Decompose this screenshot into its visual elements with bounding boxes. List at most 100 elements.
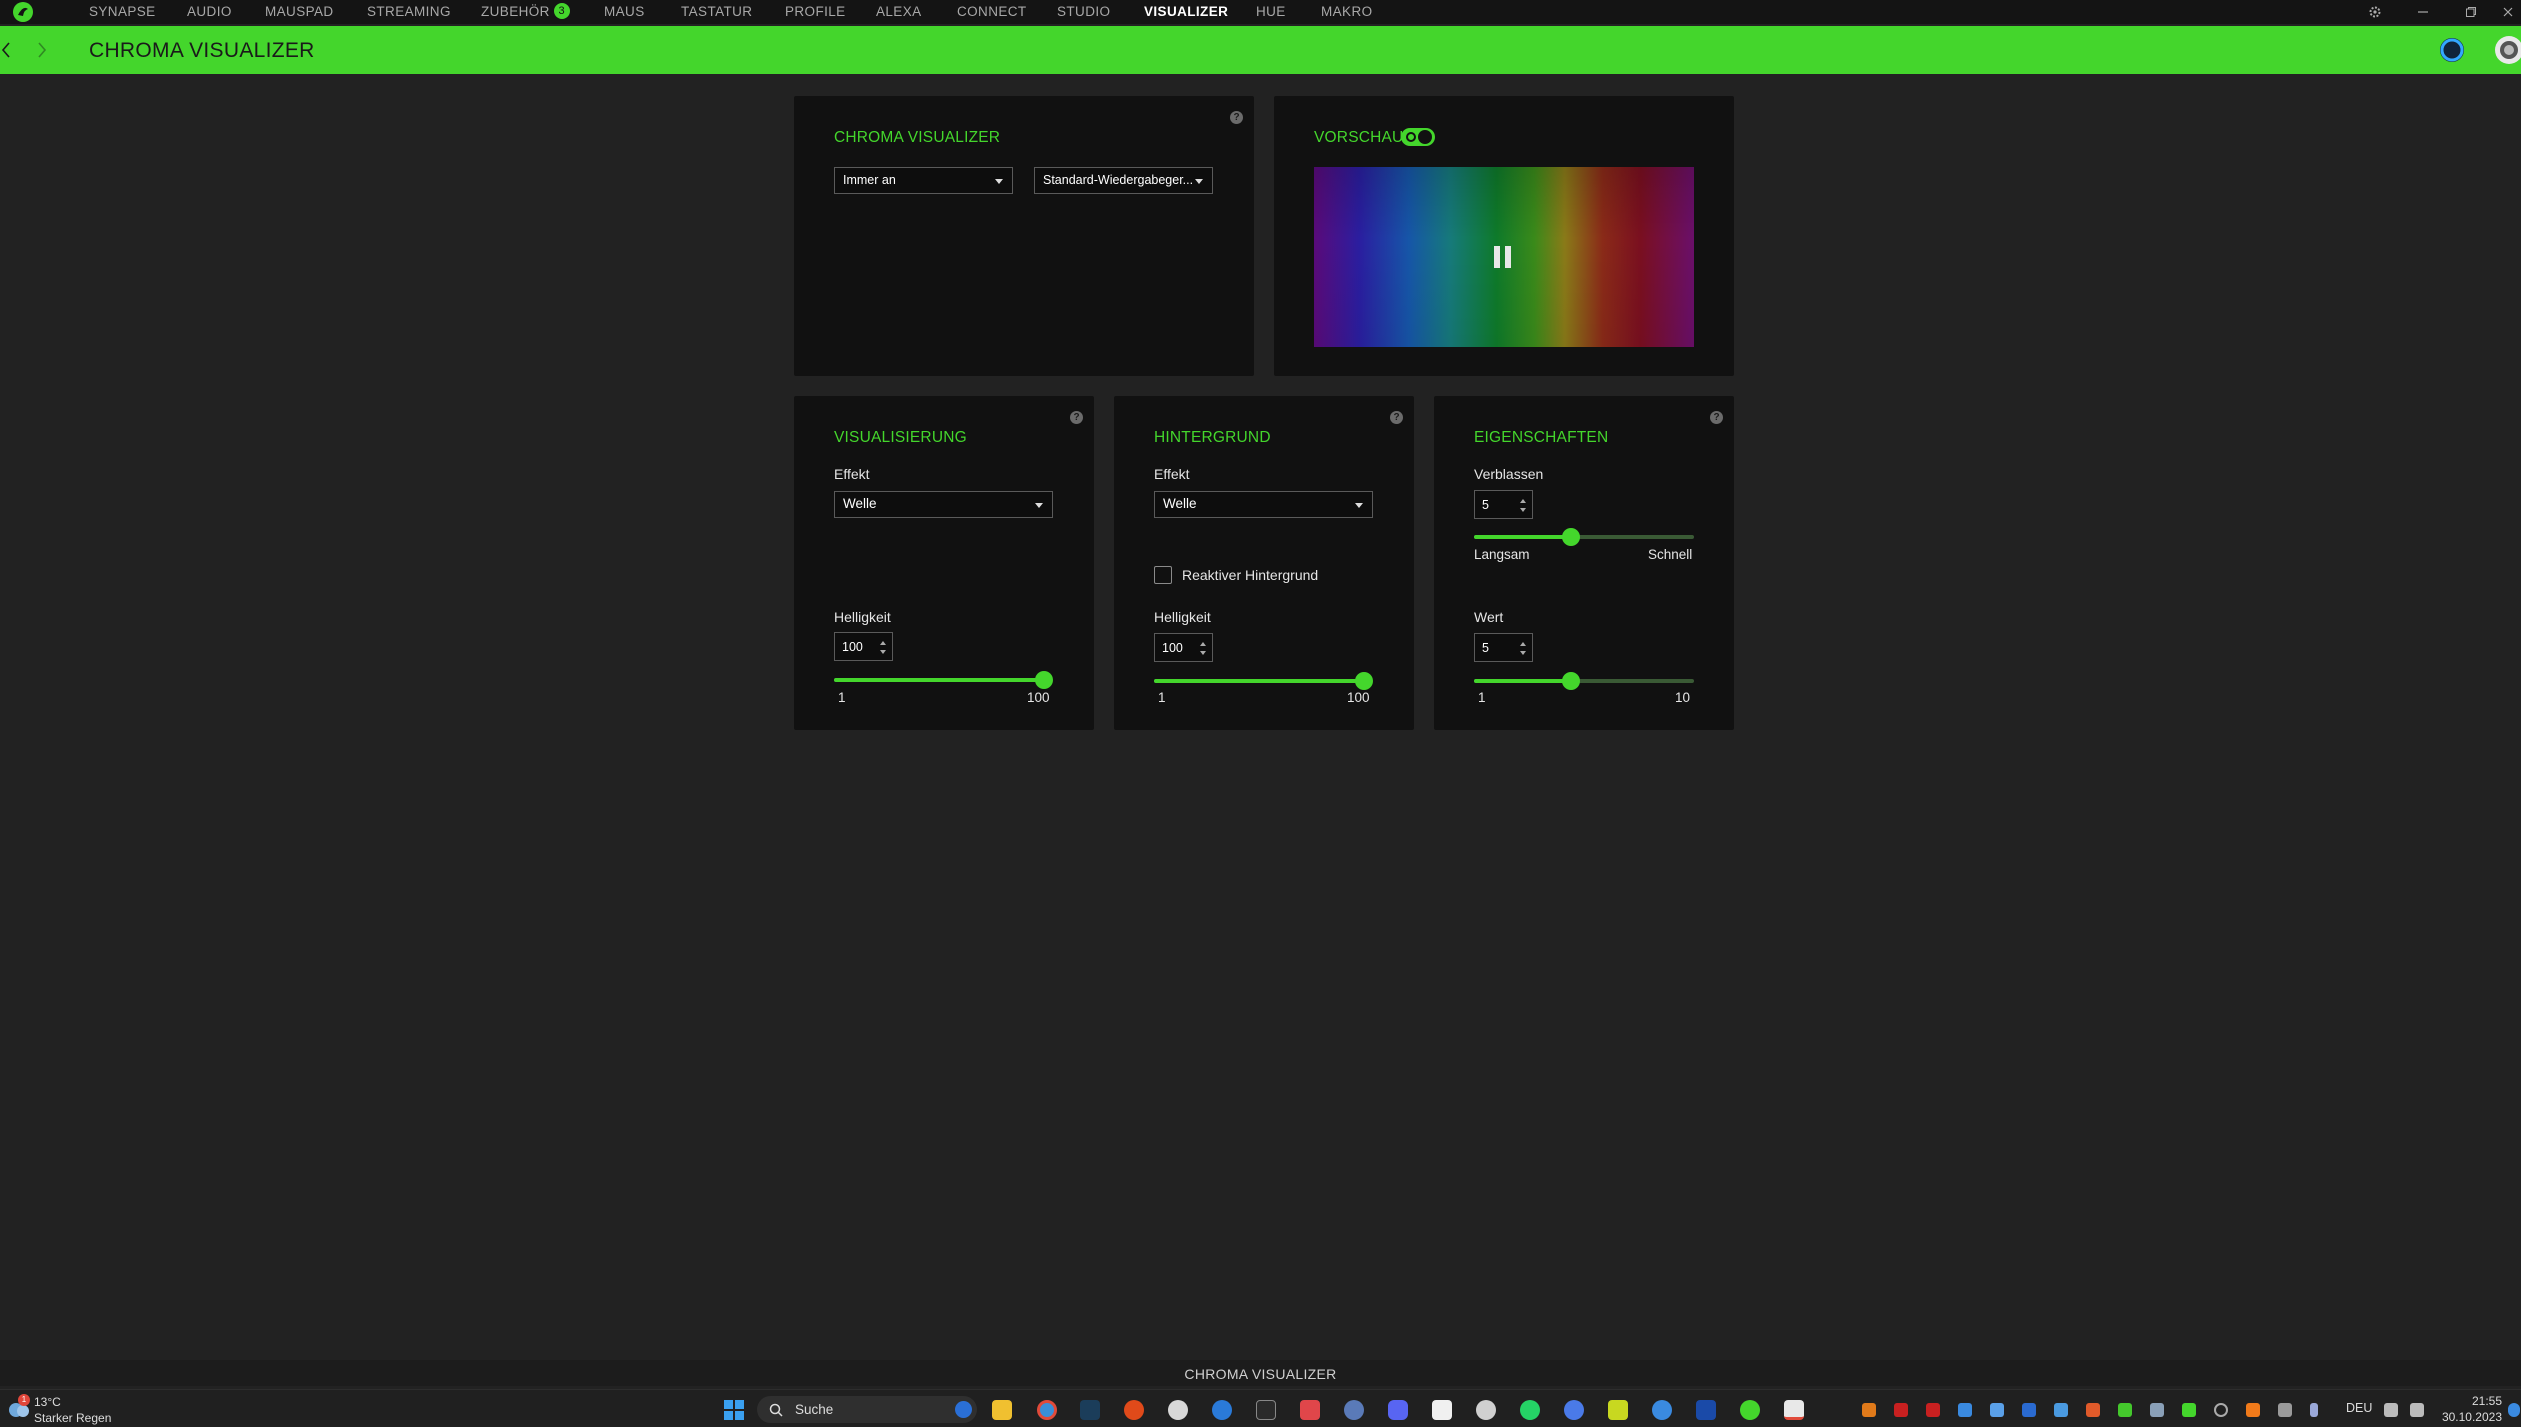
fade-slider[interactable]	[1474, 528, 1694, 546]
nav-zubehoer[interactable]: ZUBEHÖR 3	[481, 3, 570, 19]
nav-profile[interactable]: PROFILE	[785, 4, 846, 19]
epic-games-icon[interactable]	[1256, 1400, 1276, 1420]
tray-icon[interactable]	[1958, 1403, 1972, 1417]
tray-icon[interactable]	[1990, 1403, 2004, 1417]
razer-logo-icon[interactable]	[12, 1, 34, 23]
effect-select[interactable]: Welle	[1154, 491, 1373, 518]
microphone-icon[interactable]	[2310, 1403, 2318, 1417]
tray-icon[interactable]	[1862, 1403, 1876, 1417]
effect-select[interactable]: Welle	[834, 491, 1053, 518]
slider-handle[interactable]	[1561, 672, 1580, 690]
tray-icon[interactable]	[2022, 1403, 2036, 1417]
brightness-stepper[interactable]: 100	[834, 632, 893, 661]
reactive-background-checkbox[interactable]	[1154, 566, 1172, 584]
clock-time[interactable]: 21:55	[2438, 1394, 2502, 1408]
notification-icon[interactable]	[2508, 1403, 2520, 1417]
nav-hue[interactable]: HUE	[1256, 4, 1286, 19]
nav-studio[interactable]: STUDIO	[1057, 4, 1110, 19]
tray-icon[interactable]	[2086, 1403, 2100, 1417]
forward-arrow-icon[interactable]	[36, 41, 48, 59]
razer-synapse-icon[interactable]	[1740, 1400, 1760, 1420]
nav-alexa[interactable]: ALEXA	[876, 4, 922, 19]
tray-icon[interactable]	[1894, 1403, 1908, 1417]
spin-up-icon[interactable]	[1520, 499, 1526, 503]
nav-mauspad[interactable]: MAUSPAD	[265, 4, 334, 19]
ea-icon[interactable]	[1124, 1400, 1144, 1420]
clock-date[interactable]: 30.10.2023	[2438, 1410, 2502, 1424]
app-icon[interactable]	[1784, 1400, 1804, 1420]
spin-up-icon[interactable]	[1520, 642, 1526, 646]
whatsapp-icon[interactable]	[1520, 1400, 1540, 1420]
spin-down-icon[interactable]	[1520, 508, 1526, 512]
nintendo-icon[interactable]	[1300, 1400, 1320, 1420]
user-avatar[interactable]	[2494, 35, 2521, 65]
pause-icon[interactable]	[1492, 245, 1514, 269]
weather-widget[interactable]: 1	[6, 1394, 32, 1422]
tray-icon[interactable]	[2150, 1403, 2164, 1417]
ubisoft-icon[interactable]	[1168, 1400, 1188, 1420]
weather-desc: Starker Regen	[34, 1411, 112, 1425]
nav-makro[interactable]: MAKRO	[1321, 4, 1373, 19]
tray-icon[interactable]	[2214, 1403, 2228, 1417]
spin-up-icon[interactable]	[1200, 642, 1206, 646]
nav-maus[interactable]: MAUS	[604, 4, 645, 19]
help-icon[interactable]: ?	[1710, 411, 1723, 424]
file-explorer-icon[interactable]	[992, 1400, 1012, 1420]
spin-down-icon[interactable]	[880, 650, 886, 654]
close-icon[interactable]	[2494, 0, 2521, 24]
nav-visualizer[interactable]: VISUALIZER	[1144, 4, 1228, 19]
spin-down-icon[interactable]	[1520, 651, 1526, 655]
brightness-slider[interactable]	[834, 671, 1053, 689]
slider-max-label: 100	[1347, 690, 1370, 705]
battlenet-icon[interactable]	[1212, 1400, 1232, 1420]
steam-icon[interactable]	[1080, 1400, 1100, 1420]
tray-icon[interactable]	[2182, 1403, 2196, 1417]
discord-icon[interactable]	[1388, 1400, 1408, 1420]
spin-up-icon[interactable]	[880, 641, 886, 645]
back-arrow-icon[interactable]	[0, 41, 12, 59]
help-icon[interactable]: ?	[1230, 111, 1243, 124]
app-icon[interactable]	[1608, 1400, 1628, 1420]
onedrive-icon[interactable]	[2278, 1403, 2292, 1417]
value-stepper[interactable]: 5	[1474, 633, 1533, 662]
brightness-slider[interactable]	[1154, 672, 1373, 690]
slider-handle[interactable]	[1355, 672, 1373, 690]
tray-icon[interactable]	[2118, 1403, 2132, 1417]
nav-connect[interactable]: CONNECT	[957, 4, 1027, 19]
nav-streaming[interactable]: STREAMING	[367, 4, 451, 19]
slider-handle[interactable]	[1561, 528, 1580, 546]
chrome-icon[interactable]	[1037, 1400, 1057, 1420]
help-icon[interactable]: ?	[1070, 411, 1083, 424]
app-icon[interactable]	[1652, 1400, 1672, 1420]
restore-icon[interactable]	[2456, 0, 2486, 24]
tray-icon[interactable]	[2246, 1403, 2260, 1417]
nav-tastatur[interactable]: TASTATUR	[681, 4, 752, 19]
cortana-ring-icon[interactable]	[2438, 36, 2466, 64]
slider-handle[interactable]	[1035, 671, 1053, 689]
volume-icon[interactable]	[2410, 1403, 2424, 1417]
windows-start-icon[interactable]	[723, 1399, 745, 1421]
app-icon[interactable]	[1696, 1400, 1716, 1420]
fade-stepper[interactable]: 5	[1474, 490, 1533, 519]
signal-icon[interactable]	[1564, 1400, 1584, 1420]
nav-synapse[interactable]: SYNAPSE	[89, 4, 156, 19]
preview-toggle[interactable]	[1401, 128, 1435, 146]
audio-device-select[interactable]: Standard-Wiedergabeger...	[1034, 167, 1213, 194]
taskbar-search-box[interactable]: Suche	[757, 1396, 977, 1423]
minimize-icon[interactable]	[2408, 0, 2438, 24]
help-icon[interactable]: ?	[1390, 411, 1403, 424]
value-slider[interactable]	[1474, 672, 1694, 690]
app-icon[interactable]	[1344, 1400, 1364, 1420]
input-language[interactable]: DEU	[2346, 1401, 2372, 1415]
mode-select[interactable]: Immer an	[834, 167, 1013, 194]
app-window-icon[interactable]	[1432, 1400, 1452, 1420]
nav-audio[interactable]: AUDIO	[187, 4, 232, 19]
tray-icon[interactable]	[1926, 1403, 1940, 1417]
tray-icon[interactable]	[2054, 1403, 2068, 1417]
brightness-stepper[interactable]: 100	[1154, 633, 1213, 662]
settings-gear-icon[interactable]	[2360, 0, 2390, 24]
spin-down-icon[interactable]	[1200, 651, 1206, 655]
search-placeholder: Suche	[795, 1402, 834, 1417]
network-icon[interactable]	[2384, 1403, 2398, 1417]
settings-app-icon[interactable]	[1476, 1400, 1496, 1420]
